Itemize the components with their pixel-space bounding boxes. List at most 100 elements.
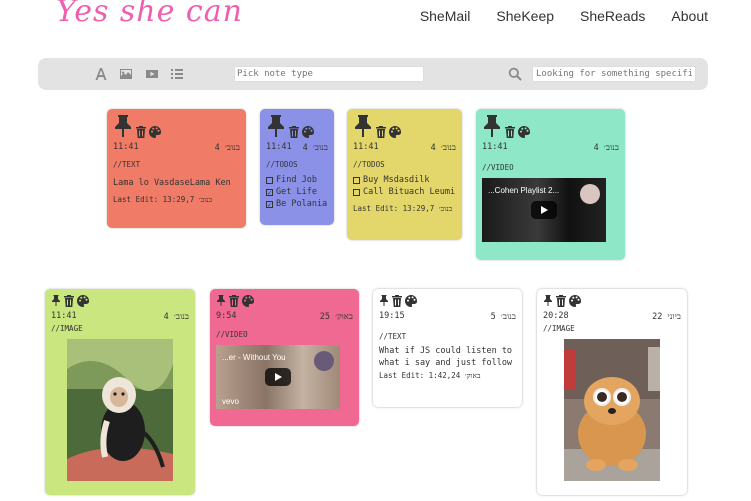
play-icon[interactable] [265,368,291,386]
note-type-label: //IMAGE [51,324,83,333]
note-last-edit: Last Edit: 13:29,7 בנוב׳ [113,195,213,204]
image-icon[interactable] [119,67,133,81]
note-card[interactable]: 11:41 4 בנוב׳ //TODOS Find Job ✓ Get Life … [260,109,334,225]
pin-icon[interactable] [482,114,502,138]
video-player[interactable]: ...Cohen Playlist 2... [482,178,606,242]
search-icon[interactable] [508,67,522,81]
note-type-label: //TEXT [379,332,407,341]
note-card[interactable]: 19:15 5 בנוב׳ //TEXT What if JS could lis… [373,289,522,407]
note-card[interactable]: 11:41 4 בנוב׳ //TEXT Lama lo VasdaseLama … [107,109,246,228]
note-time: 19:15 [379,311,405,321]
pin-icon[interactable] [51,294,61,307]
todo-item[interactable]: ✓ Get Life [266,186,328,198]
note-type-label: //VIDEO [216,330,248,339]
note-type-label: //TODOS [353,160,385,169]
app-logo[interactable]: Yes she can [56,0,243,29]
trash-icon[interactable] [392,295,402,307]
todo-checkbox[interactable] [266,176,273,184]
note-card[interactable]: 20:28 22 ביוני //IMAGE [537,289,687,495]
nav-about[interactable]: About [671,8,708,24]
note-actions [113,114,240,138]
search-input[interactable] [532,66,696,82]
note-last-edit: Last Edit: 1:42,24 באוק׳ [379,371,481,380]
todo-checkbox[interactable] [353,176,360,184]
note-date: 4 בנוב׳ [593,143,619,153]
todo-checkbox[interactable] [353,188,360,196]
note-toolbar [38,58,708,90]
note-time: 11:41 [266,142,292,152]
video-icon[interactable] [145,67,159,81]
pin-icon[interactable] [379,294,389,307]
pin-icon[interactable] [216,294,226,307]
palette-icon[interactable] [77,295,89,307]
note-date: 4 בנוב׳ [214,143,240,153]
palette-icon[interactable] [149,126,161,138]
note-type-input[interactable] [234,66,424,82]
note-text: What if JS could listen to what i say an… [379,346,513,368]
list-icon[interactable] [170,67,184,81]
channel-avatar [580,184,600,204]
trash-icon[interactable] [64,295,74,307]
main-nav: SheMail SheKeep SheReads About [420,8,708,24]
palette-icon[interactable] [302,126,314,138]
note-meta: 11:41 4 בנוב׳ [113,142,240,153]
todo-list: Buy Msdasdilk Call Bituach Leumi [353,174,456,198]
note-text: Lama lo VasdaseLama Ken [113,178,231,188]
note-card[interactable]: 11:41 4 בנוב׳ //TODOS Buy Msdasdilk Call … [347,109,462,240]
todo-item[interactable]: ✓ Be Polania [266,198,328,210]
note-meta: 11:41 4 בנוב׳ [266,142,328,153]
palette-icon[interactable] [518,126,530,138]
note-last-edit: Last Edit: 13:29,7 בנוב׳ [353,204,453,213]
trash-icon[interactable] [229,295,239,307]
note-meta: 19:15 5 בנוב׳ [379,311,516,322]
pin-icon[interactable] [353,114,373,138]
play-icon[interactable] [531,201,557,219]
note-actions [482,114,619,138]
pin-icon[interactable] [543,294,553,307]
note-card[interactable]: 9:54 25 באוק׳ //VIDEO ...er - Without You… [210,289,359,426]
palette-icon[interactable] [389,126,401,138]
text-icon[interactable] [94,67,108,81]
trash-icon[interactable] [376,126,386,138]
note-meta: 9:54 25 באוק׳ [216,311,353,322]
pin-icon[interactable] [266,114,286,138]
todo-checkbox[interactable]: ✓ [266,200,273,208]
vevo-logo: vevo [222,397,239,406]
note-date: 22 ביוני [652,312,681,322]
todo-label: Be Polania [276,199,328,209]
palette-icon[interactable] [242,295,254,307]
note-time: 11:41 [51,311,77,321]
note-type-label: //TODOS [266,160,298,169]
trash-icon[interactable] [505,126,515,138]
trash-icon[interactable] [289,126,299,138]
nav-shereads[interactable]: SheReads [580,8,645,24]
palette-icon[interactable] [569,295,581,307]
note-time: 11:41 [353,142,379,152]
todo-item[interactable]: Call Bituach Leumi [353,186,456,198]
note-actions [353,114,456,138]
pin-icon[interactable] [113,114,133,138]
trash-icon[interactable] [136,126,146,138]
note-date: 4 בנוב׳ [163,312,189,322]
nav-shemail[interactable]: SheMail [420,8,471,24]
video-title: ...er - Without You [222,353,286,362]
nav-shekeep[interactable]: SheKeep [496,8,554,24]
note-meta: 11:41 4 בנוב׳ [353,142,456,153]
note-time: 11:41 [113,142,139,152]
video-player[interactable]: ...er - Without You vevo [216,345,340,409]
palette-icon[interactable] [405,295,417,307]
note-time: 20:28 [543,311,569,321]
todo-checkbox[interactable]: ✓ [266,188,273,196]
note-meta: 11:41 4 בנוב׳ [51,311,189,322]
todo-item[interactable]: Buy Msdasdilk [353,174,456,186]
monkey-photo [67,339,173,481]
note-card[interactable]: 11:41 4 בנוב׳ //IMAGE [45,289,195,495]
video-title: ...Cohen Playlist 2... [488,186,560,195]
note-time: 11:41 [482,142,508,152]
note-card[interactable]: 11:41 4 בנוב׳ //VIDEO ...Cohen Playlist 2… [476,109,625,260]
dog-photo [564,339,660,481]
todo-item[interactable]: Find Job [266,174,328,186]
trash-icon[interactable] [556,295,566,307]
todo-label: Buy Msdasdilk [363,175,430,185]
note-time: 9:54 [216,311,237,321]
